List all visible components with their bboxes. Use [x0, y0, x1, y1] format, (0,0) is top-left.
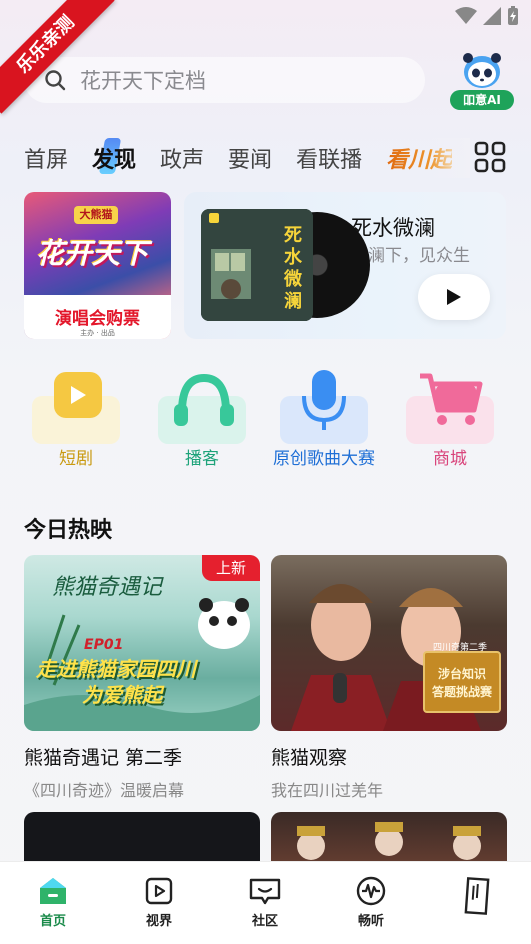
new-badge: 上新	[202, 555, 260, 581]
tab-yaowen[interactable]: 要闻	[228, 142, 272, 174]
video-thumbnail: 熊猫奇遇记 EP01 走进熊猫家园四川 为爱熊起 上新	[24, 555, 260, 731]
microphone-icon	[280, 370, 368, 444]
concert-banner[interactable]: 大熊猫 花开天下 演唱会购票 主办 · 出品	[24, 192, 171, 339]
cart-icon	[406, 373, 494, 444]
quick-entry-label: 短剧	[59, 449, 93, 469]
ribbon-label: 乐乐亲测	[0, 0, 115, 114]
tab-kanlianbo[interactable]: 看联播	[296, 142, 362, 174]
nav-listen[interactable]: 畅听	[341, 876, 401, 936]
ai-assistant-button[interactable]: 吅意AI	[450, 50, 514, 112]
nav-home[interactable]: 首页	[23, 876, 83, 936]
concert-footer: 主办 · 出品	[80, 329, 115, 337]
quiz-stamp: 涉台知识 答题挑战赛	[423, 651, 501, 713]
battery-icon	[508, 6, 518, 25]
channel-tabs: 首屏 发现 政声 要闻 看联播 看川起	[24, 138, 476, 178]
quick-entry-label: 原创歌曲大赛	[273, 449, 375, 469]
nav-vision[interactable]: 视界	[129, 876, 189, 936]
thumb-script-title: 熊猫奇遇记	[52, 575, 163, 600]
quick-entry-short-drama[interactable]: 短剧	[24, 366, 128, 476]
thumb-headline-1: 走进熊猫家园四川	[36, 657, 196, 681]
chat-icon	[249, 878, 281, 905]
play-icon	[447, 289, 461, 305]
bottom-navigation: 首页 视界 社区 畅听	[0, 861, 531, 944]
quick-entry-label: 商城	[433, 449, 467, 469]
audio-wave-icon	[356, 876, 386, 906]
video-subtitle: 我在四川过羌年	[271, 781, 384, 800]
test-ribbon: 乐乐亲测	[0, 0, 120, 120]
quick-entry-song-contest[interactable]: 原创歌曲大赛	[272, 366, 376, 476]
section-title: 今日热映	[24, 518, 113, 543]
wifi-icon	[455, 7, 477, 24]
video-icon	[145, 877, 173, 905]
ai-label: 吅意AI	[450, 90, 514, 110]
headphones-icon	[158, 373, 246, 444]
nav-community-label: 社区	[251, 914, 278, 929]
tabs-fade	[430, 138, 470, 178]
grid-menu-icon[interactable]	[474, 141, 506, 173]
play-icon	[32, 372, 120, 444]
nav-home-label: 首页	[39, 914, 66, 929]
video-subtitle: 《四川奇迹》温暖启幕	[24, 781, 185, 800]
concert-ticket-cta: 演唱会购票	[55, 309, 140, 329]
video-title: 熊猫奇遇记 第二季	[24, 747, 183, 769]
video-title: 熊猫观察	[271, 747, 348, 769]
audio-drama-banner[interactable]: 死水微澜 死水微澜 微澜下，见众生	[184, 192, 506, 339]
signal-icon	[483, 7, 501, 25]
video-thumbnail: 四川奇第二季 涉台知识 答题挑战赛	[271, 555, 507, 731]
quick-entry-label: 播客	[185, 449, 219, 469]
concert-title: 花开天下	[36, 237, 149, 270]
home-icon	[40, 878, 66, 904]
thumb-episode: EP01	[84, 637, 124, 653]
album-cover: 死水微澜	[201, 209, 313, 321]
nav-listen-label: 畅听	[357, 914, 384, 929]
thumb-headline-2: 为爱熊起	[82, 683, 162, 707]
profile-card-icon	[464, 877, 490, 915]
concert-top-label: 大熊猫	[74, 206, 118, 224]
album-cover-text: 死水微澜	[284, 225, 302, 312]
play-button[interactable]	[418, 274, 490, 320]
nav-mine[interactable]	[447, 876, 507, 936]
quick-entries: 短剧 播客 原创歌曲大赛 商城	[24, 366, 531, 476]
nav-community[interactable]: 社区	[235, 876, 295, 936]
tab-zhengsheng[interactable]: 政声	[160, 142, 204, 174]
quick-entry-mall[interactable]: 商城	[398, 366, 502, 476]
nav-vision-label: 视界	[145, 914, 172, 929]
tab-shouping[interactable]: 首屏	[24, 142, 68, 174]
stamp-line-1: 涉台知识	[437, 667, 486, 681]
tab-faxian[interactable]: 发现	[92, 138, 137, 174]
stamp-line-2: 答题挑战赛	[431, 685, 492, 699]
tab-faxian-label: 发现	[92, 148, 137, 173]
quick-entry-podcast[interactable]: 播客	[150, 366, 254, 476]
audio-title: 死水微澜	[351, 216, 435, 240]
panda-mascot-icon	[463, 53, 501, 88]
